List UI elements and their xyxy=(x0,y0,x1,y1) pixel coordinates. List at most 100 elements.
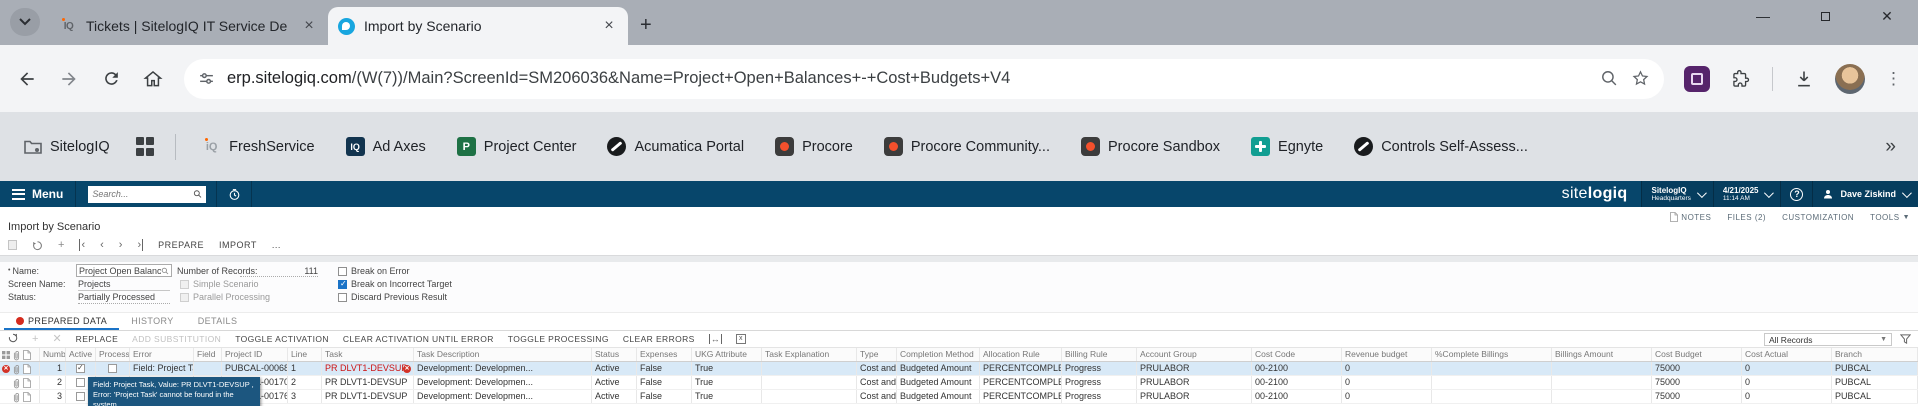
checkbox-box[interactable] xyxy=(338,279,347,289)
prepare-button[interactable]: PREPARE xyxy=(158,240,204,250)
page-link-tools[interactable]: TOOLS ▼ xyxy=(1870,213,1910,222)
tab-history[interactable]: HISTORY xyxy=(119,316,185,330)
forward-button[interactable] xyxy=(58,68,80,90)
date-time-selector[interactable]: 4/21/2025 11:14 AM xyxy=(1712,181,1781,207)
extensions-button[interactable] xyxy=(1730,68,1752,90)
page-link-notes[interactable]: NOTES xyxy=(1670,212,1711,222)
cell-task[interactable]: PR DLVT1-DEVSUP xyxy=(322,390,414,403)
bookmark-acumatica-portal[interactable]: Acumatica Portal xyxy=(598,133,753,160)
cell-line[interactable]: 3 xyxy=(288,390,322,403)
col-header-task_description[interactable]: Task Description xyxy=(414,348,592,361)
home-button[interactable] xyxy=(142,68,164,90)
global-search[interactable] xyxy=(88,185,207,203)
col-header-task_explanation[interactable]: Task Explanation xyxy=(762,348,857,361)
checkbox-break-on-error[interactable]: Break on Error xyxy=(338,266,410,276)
cell-account_group[interactable]: PRULABOR xyxy=(1137,376,1252,389)
delete-row-button[interactable]: ✕ xyxy=(52,333,61,345)
tab-details[interactable]: DETAILS xyxy=(186,316,250,330)
checkbox-simple-scenario[interactable]: Simple Scenario xyxy=(180,279,259,289)
cell-ukg_attribute[interactable]: True xyxy=(692,376,762,389)
cell-number[interactable]: 3 xyxy=(40,390,66,403)
cell-task_explanation[interactable] xyxy=(762,390,857,403)
checkbox-break-on-incorrect-target[interactable]: Break on Incorrect Target xyxy=(338,279,452,289)
cell-field[interactable] xyxy=(194,362,222,375)
col-header-processed[interactable]: Processed xyxy=(96,348,130,361)
active-checkbox[interactable] xyxy=(76,363,85,374)
last-record-button[interactable]: › xyxy=(137,239,144,251)
cell-completion_method[interactable]: Budgeted Amount xyxy=(897,376,980,389)
cell-cost_code[interactable]: 00-2100 xyxy=(1252,362,1342,375)
cell-number[interactable]: 1 xyxy=(40,362,66,375)
help-button[interactable]: ? xyxy=(1780,181,1813,207)
business-date-button[interactable] xyxy=(217,181,251,207)
bookmark-procore[interactable]: Procore xyxy=(766,133,862,160)
first-record-button[interactable]: ‹ xyxy=(79,239,85,251)
filter-funnel-icon[interactable] xyxy=(1899,334,1912,347)
cell-cost_code[interactable]: 00-2100 xyxy=(1252,376,1342,389)
replace-button[interactable]: REPLACE xyxy=(76,334,118,344)
cell-status[interactable]: Active xyxy=(592,390,637,403)
cancel-button[interactable] xyxy=(32,240,43,251)
cell-billings_amount[interactable] xyxy=(1552,362,1652,375)
bookmark-procore-community-[interactable]: Procore Community... xyxy=(875,133,1059,160)
cell-ukg_attribute[interactable]: True xyxy=(692,362,762,375)
cell-cost_budget[interactable]: 75000 xyxy=(1652,390,1742,403)
cell-type[interactable]: Cost and ... xyxy=(857,376,897,389)
cell-cost_actual[interactable]: 0 xyxy=(1742,390,1832,403)
tab-search-button[interactable] xyxy=(10,8,40,36)
clear-activation-until-error-button[interactable]: CLEAR ACTIVATION UNTIL ERROR xyxy=(343,334,494,344)
col-header-pct_complete_billings[interactable]: %Complete Billings xyxy=(1432,348,1552,361)
filter-dropdown[interactable]: All Records ▼ xyxy=(1764,333,1892,346)
downloads-button[interactable] xyxy=(1793,68,1815,90)
col-header-field[interactable]: Field xyxy=(194,348,222,361)
toggle-processing-button[interactable]: TOGGLE PROCESSING xyxy=(508,334,609,344)
cell-line[interactable]: 1 xyxy=(288,362,322,375)
screen-name-value[interactable]: Projects xyxy=(78,279,170,291)
checkbox-parallel-processing[interactable]: Parallel Processing xyxy=(180,292,270,302)
cell-revenue_budget[interactable]: 0 xyxy=(1342,362,1432,375)
cell-account_group[interactable]: PRULABOR xyxy=(1137,390,1252,403)
col-header-cost_budget[interactable]: Cost Budget xyxy=(1652,348,1742,361)
col-header-type[interactable]: Type xyxy=(857,348,897,361)
menu-button[interactable]: Menu xyxy=(0,181,75,207)
checkbox-box[interactable] xyxy=(180,292,189,302)
next-record-button[interactable]: › xyxy=(119,239,123,251)
checkbox-box[interactable] xyxy=(338,292,347,302)
cell-allocation_rule[interactable]: PERCENTCOMPLETE xyxy=(980,362,1062,375)
cell-billing_rule[interactable]: Progress xyxy=(1062,390,1137,403)
cell-task[interactable]: PR DLVT1-DEVSUP xyxy=(322,376,414,389)
previous-record-button[interactable]: ‹ xyxy=(100,239,104,251)
col-header-error[interactable]: Error xyxy=(130,348,194,361)
add-record-button[interactable]: + xyxy=(58,239,64,251)
cell-billings_amount[interactable] xyxy=(1552,390,1652,403)
cell-billing_rule[interactable]: Progress xyxy=(1062,376,1137,389)
table-row[interactable]: 3PUBCAL-0017613PR DLVT1-DEVSUPDevelopmen… xyxy=(0,390,1918,404)
url-text[interactable]: erp.sitelogiq.com/(W(7))/Main?ScreenId=S… xyxy=(227,69,1588,88)
cell-status[interactable]: Active xyxy=(592,362,637,375)
col-header-number[interactable]: Number xyxy=(40,348,66,361)
bookmark-controls-self-assess-[interactable]: Controls Self-Assess... xyxy=(1345,133,1537,160)
cell-completion_method[interactable]: Budgeted Amount xyxy=(897,362,980,375)
cell-task_description[interactable]: Development: Developmen... xyxy=(414,362,592,375)
name-field[interactable]: Project Open Balances - Cos xyxy=(76,264,172,277)
add-row-button[interactable]: + xyxy=(32,333,38,345)
search-input[interactable] xyxy=(92,189,194,199)
col-header-task[interactable]: Task xyxy=(322,348,414,361)
bookmark-freshservice[interactable]: iQ FreshService xyxy=(193,133,323,160)
cell-expenses[interactable]: False xyxy=(637,362,692,375)
cell-task_description[interactable]: Development: Developmen... xyxy=(414,390,592,403)
cell-number[interactable]: 2 xyxy=(40,376,66,389)
cell-revenue_budget[interactable]: 0 xyxy=(1342,376,1432,389)
cell-cost_actual[interactable]: 0 xyxy=(1742,362,1832,375)
cell-branch[interactable]: PUBCAL xyxy=(1832,390,1918,403)
col-header-revenue_budget[interactable]: Revenue budget xyxy=(1342,348,1432,361)
bookmark-ad-axes[interactable]: IQ Ad Axes xyxy=(337,133,435,160)
bookmark-project-center[interactable]: P Project Center xyxy=(448,133,586,160)
processed-checkbox[interactable] xyxy=(108,364,117,374)
bookmarks-overflow-button[interactable]: » xyxy=(1885,136,1904,158)
col-header-billings_amount[interactable]: Billings Amount xyxy=(1552,348,1652,361)
new-tab-button[interactable]: + xyxy=(640,14,652,37)
cell-cost_budget[interactable]: 75000 xyxy=(1652,362,1742,375)
export-to-excel-icon[interactable]: x xyxy=(735,334,746,344)
cell-cost_budget[interactable]: 75000 xyxy=(1652,376,1742,389)
